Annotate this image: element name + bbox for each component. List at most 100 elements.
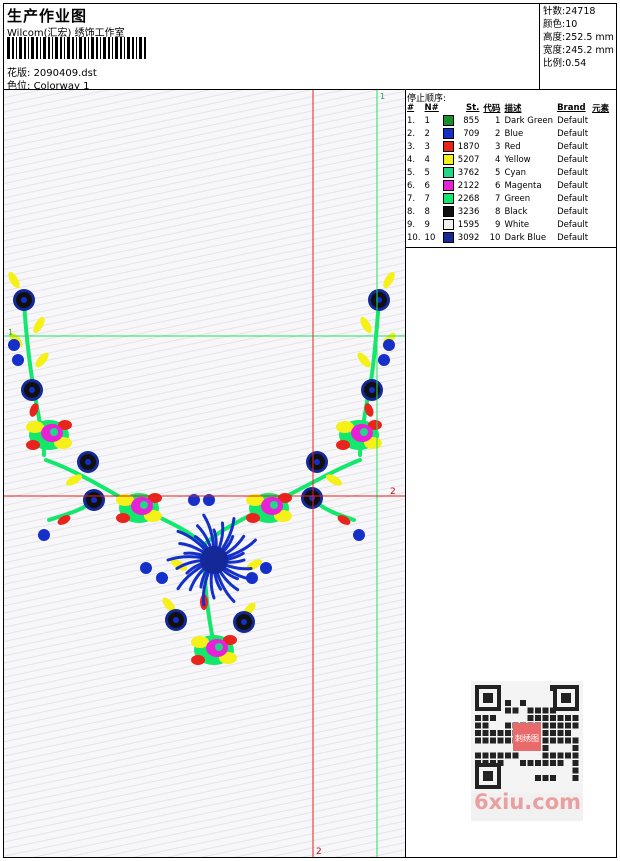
row-swatch (441, 218, 456, 231)
production-sheet: 生产作业图 Wilcom(汇宏) 绣饰工作室 花版: 2090409.dst 色… (3, 3, 617, 858)
site-watermark: 6xiu.com (474, 790, 582, 814)
row-stitches: 709 (463, 128, 480, 139)
row-brand: Default (557, 180, 589, 191)
color-swatch (442, 180, 454, 191)
table-row: 7. 7 2268 7 Green Default (405, 192, 611, 205)
row-element (590, 192, 611, 205)
row-needle: 4 (424, 154, 430, 165)
row-swatch (441, 231, 456, 244)
row-code: 4 (495, 154, 501, 165)
design-canvas[interactable]: 1 1 2 2 (4, 90, 406, 857)
row-swatch (441, 166, 456, 179)
row-index: 1. (407, 115, 416, 126)
row-element (590, 153, 611, 166)
row-index: 9. (407, 219, 416, 230)
row-brand: Default (557, 193, 589, 204)
row-code: 2 (495, 128, 501, 139)
stop-sequence-table: # N# St. 代码 描述 Brand 元素 1. 1 855 1 Dark Gree… (405, 102, 611, 244)
table-row: 10. 10 3092 10 Dark Blue Default (405, 231, 611, 244)
row-stitches: 855 (463, 115, 480, 126)
row-brand: Default (557, 141, 589, 152)
guide-label-right: 2 (390, 487, 396, 497)
col-index: # (407, 103, 415, 113)
row-brand: Default (557, 128, 589, 139)
qr-code: 刺绣图 (471, 681, 583, 793)
table-row: 5. 5 3762 5 Cyan Default (405, 166, 611, 179)
row-brand: Default (557, 167, 589, 178)
row-needle: 1 (424, 115, 430, 126)
row-needle: 5 (424, 167, 430, 178)
color-swatch (442, 193, 454, 204)
guide-label-top: 1 (380, 92, 385, 101)
row-element (590, 127, 611, 140)
row-brand: Default (557, 206, 589, 217)
stat-height: 高度:252.5 mm (543, 32, 614, 43)
stop-sequence-panel: 停止顺序: # N# St. 代码 描述 Brand 元素 1. 1 855 1 Dar… (405, 90, 616, 248)
color-swatch (442, 167, 454, 178)
color-swatch (442, 219, 454, 230)
stat-colors: 颜色:10 (543, 19, 578, 30)
row-description: Blue (504, 128, 524, 139)
stat-stitches: 针数:24718 (543, 6, 596, 17)
col-stitches: St. (466, 103, 480, 113)
embroidery-preview: 1 1 2 2 (4, 90, 405, 857)
row-index: 5. (407, 167, 416, 178)
row-description: Magenta (504, 180, 542, 191)
table-row: 4. 4 5207 4 Yellow Default (405, 153, 611, 166)
color-swatch (442, 141, 454, 152)
col-description: 描述 (504, 104, 522, 114)
row-code: 3 (495, 141, 501, 152)
row-swatch (441, 205, 456, 218)
row-index: 10. (407, 232, 421, 243)
row-brand: Default (557, 154, 589, 165)
design-stats: 针数:24718 颜色:10 高度:252.5 mm 宽度:245.2 mm 比… (539, 4, 616, 89)
table-header-row: # N# St. 代码 描述 Brand 元素 (405, 102, 611, 114)
row-code: 1 (495, 115, 501, 126)
row-element (590, 231, 611, 244)
row-swatch (441, 114, 456, 127)
row-swatch (441, 153, 456, 166)
table-row: 8. 8 3236 8 Black Default (405, 205, 611, 218)
row-swatch (441, 127, 456, 140)
table-row: 1. 1 855 1 Dark Green Default (405, 114, 611, 127)
starburst-core (200, 546, 228, 574)
row-index: 2. (407, 128, 416, 139)
row-swatch (441, 179, 456, 192)
row-needle: 8 (424, 206, 430, 217)
row-stitches: 3762 (457, 167, 480, 178)
row-description: Red (504, 141, 521, 152)
row-index: 8. (407, 206, 416, 217)
row-stitches: 1595 (457, 219, 480, 230)
col-swatch (441, 102, 456, 114)
color-swatch (442, 154, 454, 165)
row-stitches: 3236 (457, 206, 480, 217)
row-description: Green (504, 193, 531, 204)
row-element (590, 205, 611, 218)
table-row: 2. 2 709 2 Blue Default (405, 127, 611, 140)
row-element (590, 114, 611, 127)
row-index: 7. (407, 193, 416, 204)
row-code: 10 (489, 232, 501, 243)
row-needle: 2 (424, 128, 430, 139)
row-code: 6 (495, 180, 501, 191)
row-index: 3. (407, 141, 416, 152)
row-needle: 9 (424, 219, 430, 230)
table-row: 6. 6 2122 6 Magenta Default (405, 179, 611, 192)
row-description: White (504, 219, 530, 230)
color-swatch (442, 115, 454, 126)
row-stitches: 5207 (457, 154, 480, 165)
row-element (590, 179, 611, 192)
row-swatch (441, 140, 456, 153)
table-row: 3. 3 1870 3 Red Default (405, 140, 611, 153)
row-index: 6. (407, 180, 416, 191)
row-swatch (441, 192, 456, 205)
color-swatch (442, 206, 454, 217)
color-swatch (442, 128, 454, 139)
row-needle: 6 (424, 180, 430, 191)
row-needle: 3 (424, 141, 430, 152)
page-title: 生产作业图 (7, 7, 88, 25)
row-code: 5 (495, 167, 501, 178)
col-element: 元素 (592, 104, 610, 114)
guide-lines (4, 90, 405, 857)
row-element (590, 140, 611, 153)
